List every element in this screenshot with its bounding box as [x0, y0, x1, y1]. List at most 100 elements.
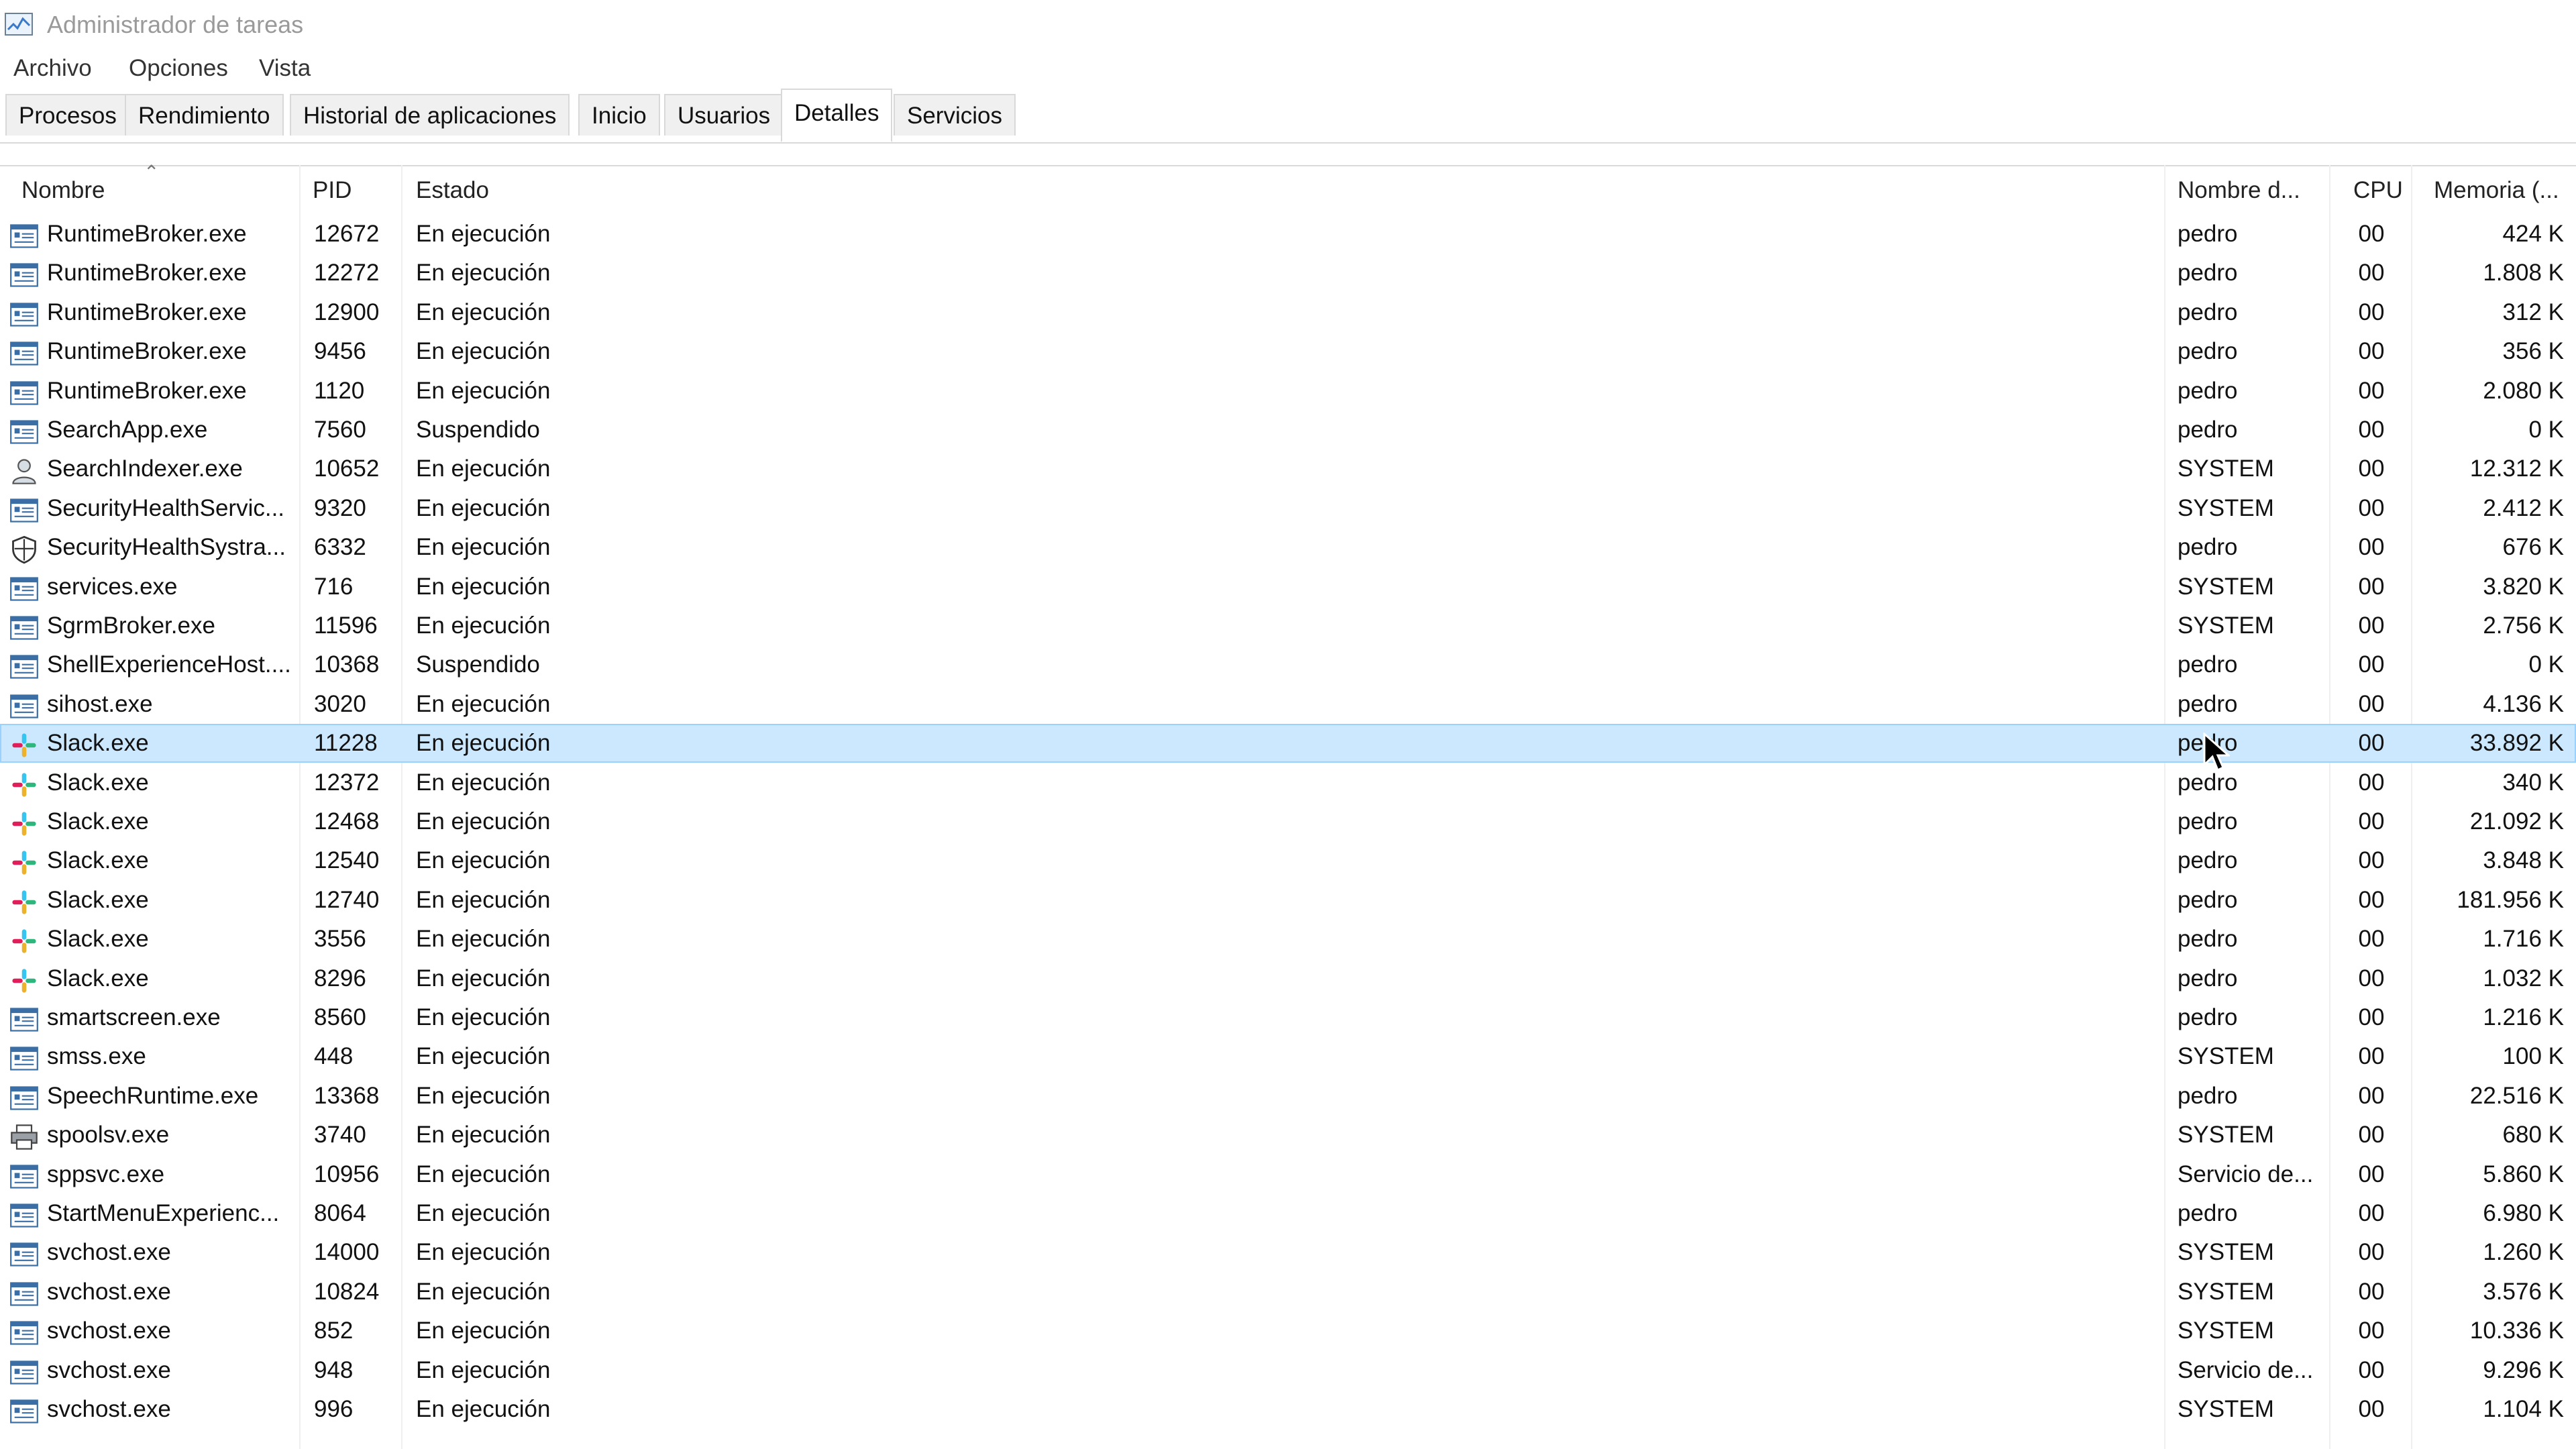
tab-historial[interactable]: Historial de aplicaciones: [290, 94, 570, 136]
tab-rendimiento[interactable]: Rendimiento: [125, 94, 284, 136]
table-row[interactable]: Slack.exe 11228 En ejecución pedro 00 33.892 …: [0, 724, 2576, 763]
app-window-icon: [9, 339, 39, 366]
process-memory: 2.412 K: [2483, 494, 2564, 521]
process-cpu: 00: [2358, 690, 2385, 717]
shield-icon: [9, 535, 39, 564]
table-row[interactable]: Slack.exe 8296 En ejecución pedro 00 1.032 K: [0, 959, 2576, 998]
table-row[interactable]: ShellExperienceHost.... 10368 Suspendido pe…: [0, 645, 2576, 684]
process-pid: 10824: [314, 1278, 380, 1305]
table-row[interactable]: SearchApp.exe 7560 Suspendido pedro 00 0 K: [0, 411, 2576, 449]
process-name: RuntimeBroker.exe: [47, 221, 247, 247]
table-row[interactable]: svchost.exe 14000 En ejecución SYSTEM 00 1.26…: [0, 1233, 2576, 1272]
window-title: Administrador de tareas: [47, 11, 304, 38]
process-status: En ejecución: [416, 377, 551, 404]
table-row[interactable]: SgrmBroker.exe 11596 En ejecución SYSTEM 00 2…: [0, 606, 2576, 645]
tab-inicio[interactable]: Inicio: [578, 94, 660, 136]
process-user: pedro: [2178, 377, 2238, 404]
column-header-pid[interactable]: PID: [313, 166, 352, 211]
table-row[interactable]: SpeechRuntime.exe 13368 En ejecución pedro 0…: [0, 1077, 2576, 1116]
menu-opciones[interactable]: Opciones: [129, 54, 228, 83]
table-row[interactable]: svchost.exe 852 En ejecución SYSTEM 00 10.336…: [0, 1311, 2576, 1350]
process-status: En ejecución: [416, 1278, 551, 1305]
process-name: ShellExperienceHost....: [47, 651, 291, 678]
process-pid: 12372: [314, 769, 380, 796]
column-header-memory[interactable]: Memoria (...: [2434, 166, 2559, 211]
tab-usuarios[interactable]: Usuarios: [664, 94, 784, 136]
process-cpu: 00: [2358, 1239, 2385, 1266]
process-cpu: 00: [2358, 926, 2385, 953]
process-cpu: 00: [2358, 612, 2385, 639]
process-memory: 4.136 K: [2483, 690, 2564, 717]
process-user: SYSTEM: [2178, 1318, 2274, 1344]
table-row[interactable]: smss.exe 448 En ejecución SYSTEM 00 100 K: [0, 1037, 2576, 1076]
tab-detalles[interactable]: Detalles: [781, 89, 893, 142]
column-header-status[interactable]: Estado: [416, 166, 489, 211]
table-row[interactable]: Slack.exe 12740 En ejecución pedro 00 181.956…: [0, 881, 2576, 920]
column-header-name[interactable]: Nombre: [21, 166, 105, 211]
table-row[interactable]: svchost.exe 996 En ejecución SYSTEM 00 1.104 …: [0, 1390, 2576, 1429]
tab-servicios[interactable]: Servicios: [894, 94, 1016, 136]
process-status: En ejecución: [416, 730, 551, 757]
table-row[interactable]: sihost.exe 3020 En ejecución pedro 00 4.136 K: [0, 685, 2576, 724]
process-memory: 2.756 K: [2483, 612, 2564, 639]
process-name: Slack.exe: [47, 886, 149, 913]
process-name: RuntimeBroker.exe: [47, 377, 247, 404]
column-header-cpu[interactable]: CPU: [2353, 166, 2403, 211]
table-row[interactable]: Slack.exe 12372 En ejecución pedro 00 340 K: [0, 763, 2576, 802]
table-row[interactable]: RuntimeBroker.exe 9456 En ejecución pedro 00…: [0, 332, 2576, 371]
process-cpu: 00: [2358, 808, 2385, 835]
table-row[interactable]: svchost.exe 948 En ejecución Servicio de...…: [0, 1351, 2576, 1390]
mouse-cursor-icon: [2203, 733, 2230, 772]
table-row[interactable]: RuntimeBroker.exe 1120 En ejecución pedro 00…: [0, 372, 2576, 411]
process-cpu: 00: [2358, 1004, 2385, 1030]
process-user: pedro: [2178, 1082, 2238, 1109]
table-row[interactable]: RuntimeBroker.exe 12272 En ejecución pedro 0…: [0, 254, 2576, 292]
process-pid: 12672: [314, 221, 380, 247]
app-window-icon: [9, 417, 39, 444]
table-row[interactable]: spoolsv.exe 3740 En ejecución SYSTEM 00 680 K: [0, 1116, 2576, 1155]
table-row[interactable]: RuntimeBroker.exe 12900 En ejecución pedro 0…: [0, 293, 2576, 332]
column-header-user[interactable]: Nombre d...: [2178, 166, 2300, 211]
process-memory: 3.576 K: [2483, 1278, 2564, 1305]
process-name: SecurityHealthSystra...: [47, 534, 286, 561]
table-row[interactable]: SearchIndexer.exe 10652 En ejecución SYSTEM…: [0, 449, 2576, 488]
table-row[interactable]: services.exe 716 En ejecución SYSTEM 00 3.820…: [0, 568, 2576, 606]
table-row[interactable]: sppsvc.exe 10956 En ejecución Servicio de..…: [0, 1155, 2576, 1194]
table-row[interactable]: SecurityHealthSystra... 6332 En ejecución p…: [0, 528, 2576, 567]
table-row[interactable]: RuntimeBroker.exe 12672 En ejecución pedro 0…: [0, 215, 2576, 254]
process-user: pedro: [2178, 260, 2238, 286]
sort-up-icon: ⌃: [144, 162, 160, 182]
table-row[interactable]: Slack.exe 12468 En ejecución pedro 00 21.092 …: [0, 802, 2576, 841]
table-row[interactable]: SecurityHealthServic... 9320 En ejecución S…: [0, 489, 2576, 528]
app-window-icon: [9, 1358, 39, 1385]
process-status: En ejecución: [416, 1396, 551, 1422]
process-user: pedro: [2178, 724, 2325, 763]
process-name: Slack.exe: [47, 926, 149, 953]
process-memory: 2.080 K: [2483, 377, 2564, 404]
process-pid: 10652: [314, 455, 380, 482]
table-row[interactable]: smartscreen.exe 8560 En ejecución pedro 00 1.…: [0, 998, 2576, 1037]
app-window-icon: [9, 613, 39, 640]
app-window-icon: [9, 1318, 39, 1345]
process-cpu: 00: [2358, 847, 2385, 874]
process-name: services.exe: [47, 573, 178, 600]
process-user: SYSTEM: [2178, 1043, 2274, 1070]
slack-icon: [9, 731, 39, 757]
process-list[interactable]: RuntimeBroker.exe 12672 En ejecución pedro 0…: [0, 215, 2576, 1449]
process-user: pedro: [2178, 808, 2238, 835]
process-user: pedro: [2178, 1004, 2238, 1030]
table-row[interactable]: Slack.exe 3556 En ejecución pedro 00 1.716 K: [0, 920, 2576, 959]
table-row[interactable]: StartMenuExperienc... 8064 En ejecución ped…: [0, 1194, 2576, 1233]
process-cpu: 00: [2358, 965, 2385, 991]
menu-vista[interactable]: Vista: [259, 54, 311, 83]
menu-bar: Archivo Opciones Vista: [0, 50, 2576, 86]
tab-procesos[interactable]: Procesos: [5, 94, 130, 136]
process-cpu: 00: [2358, 769, 2385, 796]
app-window-icon: [9, 1201, 39, 1228]
process-cpu: 00: [2358, 730, 2385, 757]
app-window-icon: [9, 221, 39, 248]
menu-archivo[interactable]: Archivo: [13, 54, 92, 83]
process-pid: 3020: [314, 690, 366, 717]
table-row[interactable]: Slack.exe 12540 En ejecución pedro 00 3.848 K: [0, 841, 2576, 880]
table-row[interactable]: svchost.exe 10824 En ejecución SYSTEM 00 3.57…: [0, 1273, 2576, 1311]
